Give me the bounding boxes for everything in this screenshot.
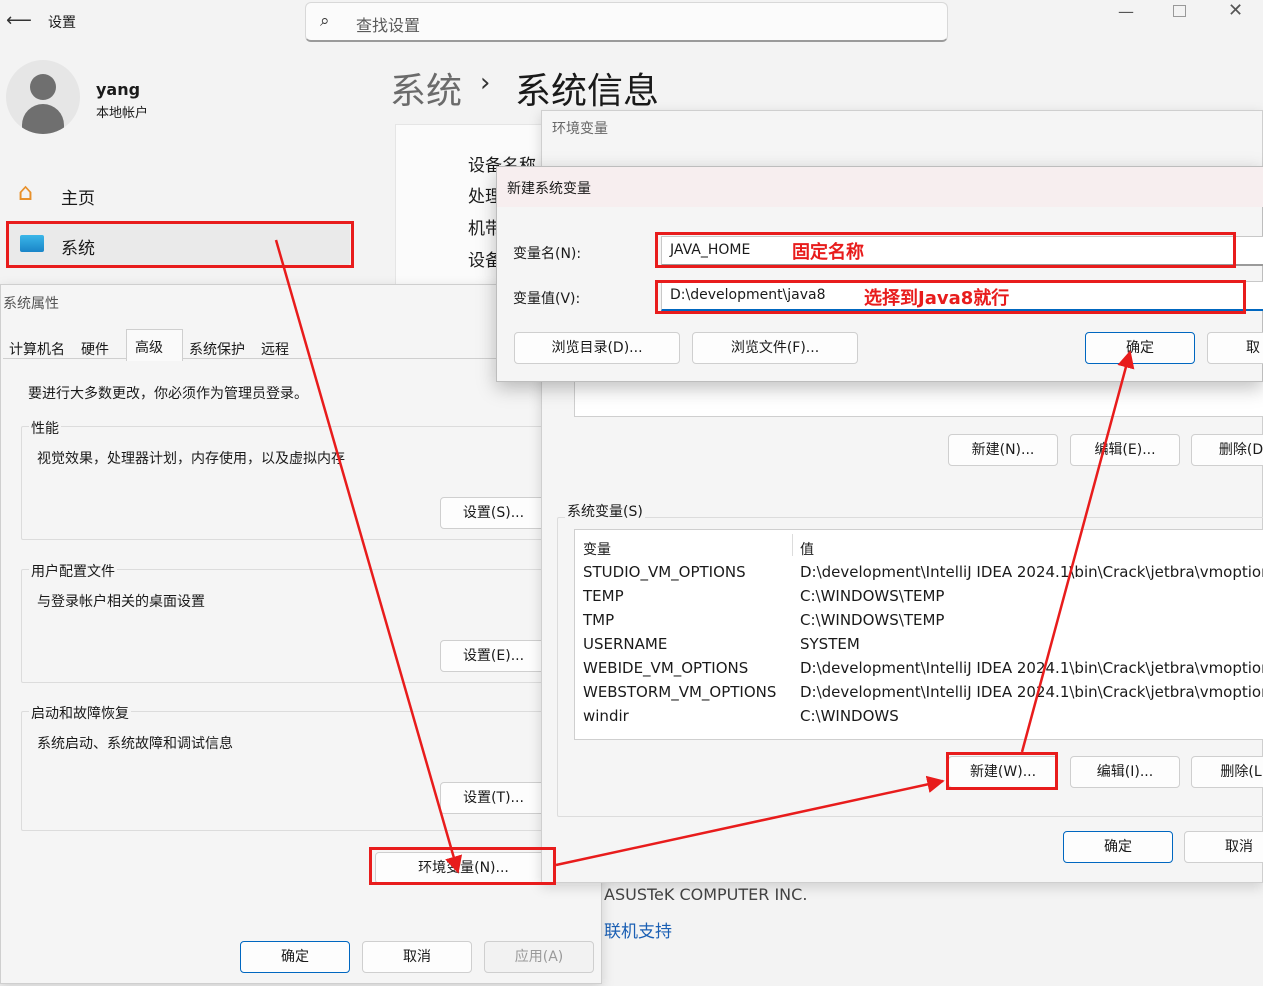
browse-file-button[interactable]: 浏览文件(F)... xyxy=(692,332,858,364)
breadcrumb-parent[interactable]: 系统 xyxy=(390,62,462,114)
variable-name-cell: TMP xyxy=(583,611,615,629)
table-row[interactable]: USERNAME SYSTEM xyxy=(575,634,1263,658)
system-properties-title: 系统属性 xyxy=(3,296,59,312)
home-icon: ⌂ xyxy=(18,178,34,206)
variable-value-value: D:\development\java8 xyxy=(670,287,826,303)
table-row[interactable]: WEBIDE_VM_OPTIONS D:\development\IntelliJ… xyxy=(575,658,1263,682)
system-var-new-button[interactable]: 新建(W)... xyxy=(948,756,1058,788)
variable-name-label: 变量名(N): xyxy=(513,246,582,262)
system-properties-dialog: 系统属性 计算机名 硬件 高级 系统保护 远程 要进行大多数更改，你必须作为管理… xyxy=(0,284,603,984)
manufacturer-name: ASUSTeK COMPUTER INC. xyxy=(604,885,808,904)
variable-name-cell: USERNAME xyxy=(583,635,668,653)
minimize-icon[interactable]: — xyxy=(1118,2,1134,21)
tab-advanced-label: 高级 xyxy=(135,340,163,356)
envvars-cancel-button[interactable]: 取消 xyxy=(1184,831,1263,863)
new-var-cancel-button[interactable]: 取 xyxy=(1207,332,1263,364)
user-head-icon xyxy=(30,74,56,100)
system-variables-table[interactable]: 变量 值 STUDIO_VM_OPTIONS D:\development\Int… xyxy=(574,529,1263,740)
variable-value-cell: SYSTEM xyxy=(800,635,860,653)
nav-item-system[interactable]: 系统 xyxy=(8,222,350,266)
startup-recovery-desc: 系统启动、系统故障和调试信息 xyxy=(37,736,233,752)
variable-value-cell: C:\WINDOWS xyxy=(800,707,899,725)
sysprops-ok-button[interactable]: 确定 xyxy=(240,941,350,973)
close-icon[interactable]: ✕ xyxy=(1228,0,1243,21)
performance-title: 性能 xyxy=(29,418,61,438)
table-row[interactable]: WEBSTORM_VM_OPTIONS D:\development\Intell… xyxy=(575,682,1263,706)
nav-item-home[interactable]: ⌂ 主页 xyxy=(8,172,348,216)
variable-name-cell: STUDIO_VM_OPTIONS xyxy=(583,563,746,581)
column-header-variable[interactable]: 变量 xyxy=(583,539,611,559)
user-body-icon xyxy=(22,104,64,134)
admin-note: 要进行大多数更改，你必须作为管理员登录。 xyxy=(28,386,308,402)
table-row[interactable]: TMP C:\WINDOWS\TEMP xyxy=(575,610,1263,634)
user-profiles-title: 用户配置文件 xyxy=(29,561,117,581)
variable-value-cell: C:\WINDOWS\TEMP xyxy=(800,587,945,605)
user-profiles-settings-button[interactable]: 设置(E)... xyxy=(440,640,547,672)
environment-variables-title: 环境变量 xyxy=(552,121,608,137)
variable-name-field[interactable]: JAVA_HOME xyxy=(661,236,1263,266)
nav-system-label: 系统 xyxy=(61,239,95,259)
envvars-ok-button[interactable]: 确定 xyxy=(1063,831,1173,863)
settings-title: 设置 xyxy=(48,15,76,31)
variable-value-cell: C:\WINDOWS\TEMP xyxy=(800,611,945,629)
search-input[interactable]: 查找设置 xyxy=(356,12,420,36)
avatar[interactable] xyxy=(6,60,80,134)
annotation-select-java8: 选择到Java8就行 xyxy=(864,288,1010,309)
user-name: yang xyxy=(96,80,141,99)
performance-settings-button[interactable]: 设置(S)... xyxy=(440,497,547,529)
search-box[interactable]: ⌕ 查找设置 xyxy=(305,2,948,42)
variable-name-cell: windir xyxy=(583,707,629,725)
new-var-ok-button[interactable]: 确定 xyxy=(1085,332,1195,364)
breadcrumb-separator: › xyxy=(480,68,491,98)
new-var-titlebar: 新建系统变量 xyxy=(497,167,1263,207)
table-row[interactable]: windir C:\WINDOWS xyxy=(575,706,1263,730)
user-account-type: 本地帐户 xyxy=(96,106,149,121)
user-var-new-button[interactable]: 新建(N)... xyxy=(948,434,1058,466)
system-variables-label: 系统变量(S) xyxy=(565,501,645,521)
column-divider[interactable] xyxy=(792,534,793,556)
variable-value-cell: D:\development\IntelliJ IDEA 2024.1\bin\… xyxy=(800,659,1263,677)
back-arrow-icon[interactable]: ⟵ xyxy=(6,10,32,31)
maximize-icon[interactable] xyxy=(1173,5,1186,17)
search-icon: ⌕ xyxy=(320,11,330,31)
page-title: 系统信息 xyxy=(515,71,660,112)
user-var-edit-button[interactable]: 编辑(E)... xyxy=(1070,434,1180,466)
variable-value-cell: D:\development\IntelliJ IDEA 2024.1\bin\… xyxy=(800,563,1263,581)
table-row[interactable]: TEMP C:\WINDOWS\TEMP xyxy=(575,586,1263,610)
column-header-value[interactable]: 值 xyxy=(800,539,814,559)
startup-recovery-title: 启动和故障恢复 xyxy=(29,703,131,723)
variable-value-cell: D:\development\IntelliJ IDEA 2024.1\bin\… xyxy=(800,683,1263,701)
tab-hardware[interactable]: 硬件 xyxy=(81,339,109,359)
monitor-icon xyxy=(20,235,44,252)
table-row[interactable]: STUDIO_VM_OPTIONS D:\development\IntelliJ… xyxy=(575,562,1263,586)
support-link[interactable]: 联机支持 xyxy=(604,917,672,942)
performance-desc: 视觉效果，处理器计划，内存使用，以及虚拟内存 xyxy=(37,451,345,467)
tab-remote[interactable]: 远程 xyxy=(261,339,289,359)
nav-home-label: 主页 xyxy=(61,189,95,209)
sysprops-cancel-button[interactable]: 取消 xyxy=(362,941,472,973)
variable-value-label: 变量值(V): xyxy=(513,291,581,307)
variable-name-cell: TEMP xyxy=(583,587,624,605)
tab-system-protection[interactable]: 系统保护 xyxy=(189,339,245,359)
variable-name-cell: WEBIDE_VM_OPTIONS xyxy=(583,659,749,677)
annotation-fixed-name: 固定名称 xyxy=(792,242,864,263)
user-var-delete-button[interactable]: 删除(D xyxy=(1191,434,1263,466)
new-var-title: 新建系统变量 xyxy=(507,181,591,197)
browse-directory-button[interactable]: 浏览目录(D)... xyxy=(514,332,680,364)
startup-recovery-settings-button[interactable]: 设置(T)... xyxy=(440,782,547,814)
tab-computer-name[interactable]: 计算机名 xyxy=(9,339,65,359)
new-system-variable-dialog: 新建系统变量 变量名(N): JAVA_HOME 变量值(V): D:\deve… xyxy=(496,166,1263,382)
variable-name-value: JAVA_HOME xyxy=(670,242,751,258)
variable-name-cell: WEBSTORM_VM_OPTIONS xyxy=(583,683,777,701)
tab-advanced[interactable]: 高级 xyxy=(126,329,183,361)
user-profiles-desc: 与登录帐户相关的桌面设置 xyxy=(37,594,205,610)
environment-variables-button[interactable]: 环境变量(N)... xyxy=(375,852,552,884)
sysprops-apply-button[interactable]: 应用(A) xyxy=(484,941,594,973)
system-var-delete-button[interactable]: 删除(L xyxy=(1191,756,1263,788)
system-var-edit-button[interactable]: 编辑(I)... xyxy=(1070,756,1180,788)
